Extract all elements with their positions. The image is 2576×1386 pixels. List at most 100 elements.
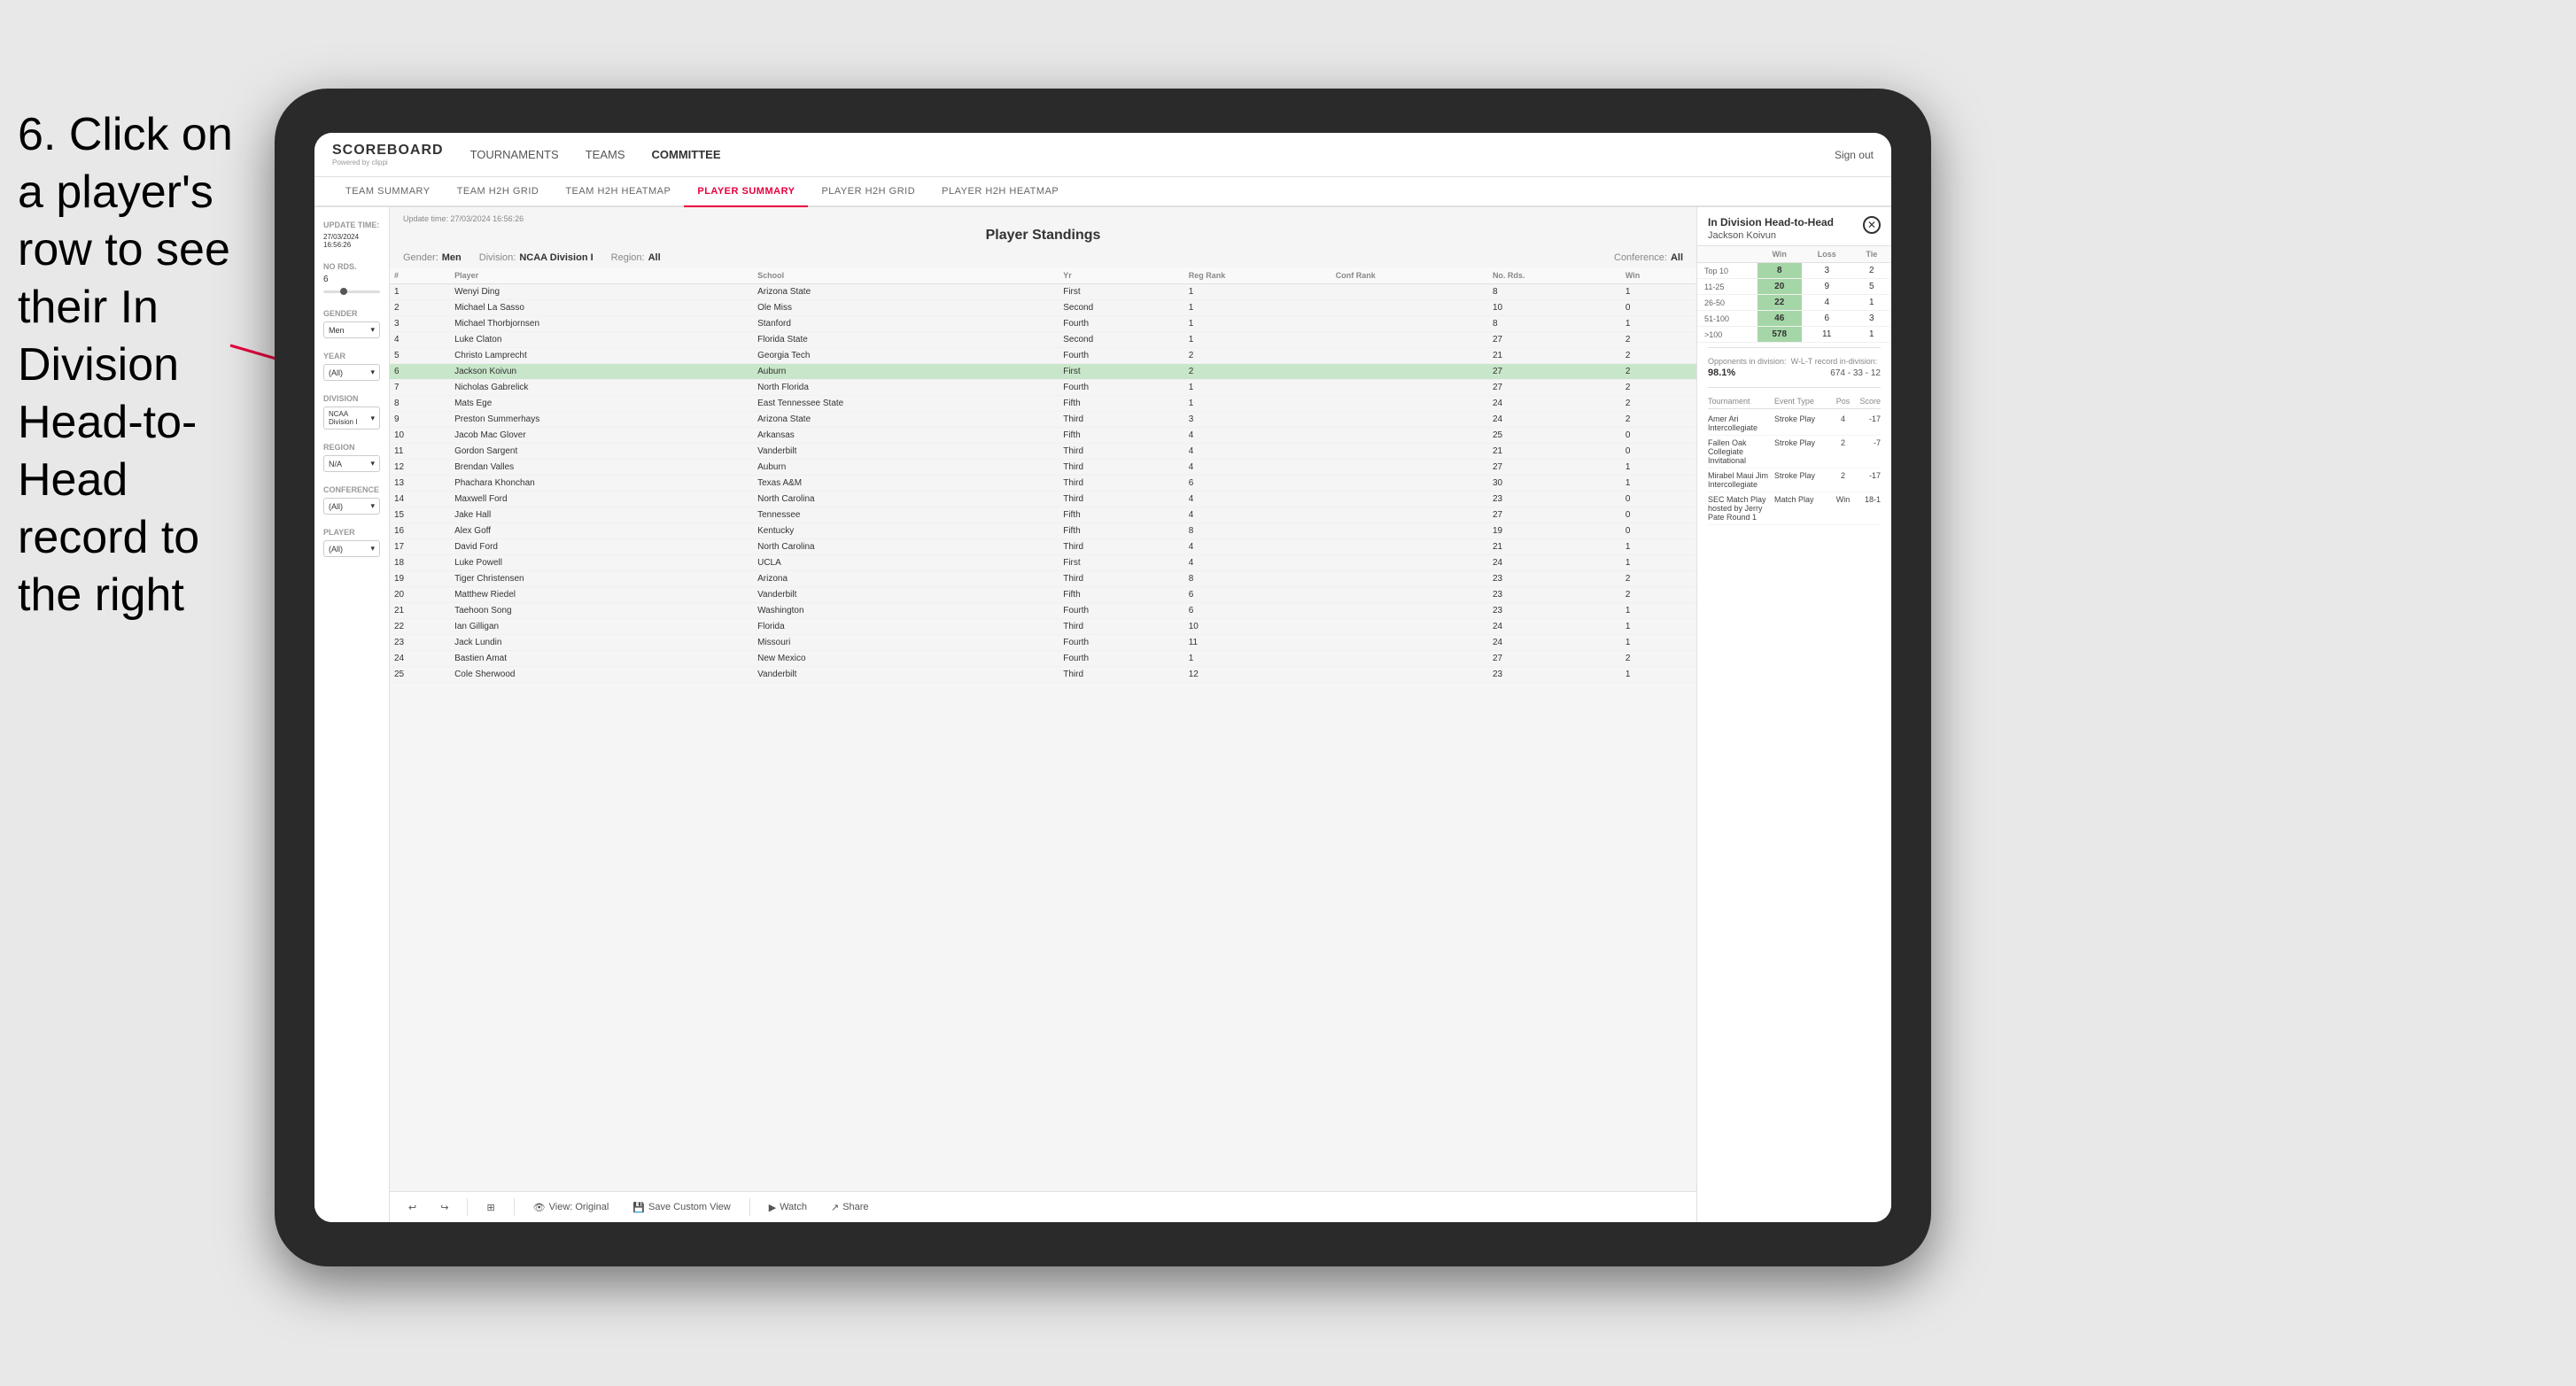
cell-yr: Fourth (1059, 316, 1184, 332)
table-row[interactable]: 6 Jackson Koivun Auburn First 2 27 2 (390, 364, 1696, 380)
cell-rank: 22 (390, 619, 450, 635)
nav-bar: SCOREBOARD Powered by clippi TOURNAMENTS… (314, 133, 1891, 177)
cell-player: Michael La Sasso (450, 300, 753, 316)
cell-no-rds: 8 (1488, 284, 1621, 300)
table-row[interactable]: 3 Michael Thorbjornsen Stanford Fourth 1… (390, 316, 1696, 332)
cell-reg-rank: 3 (1184, 412, 1331, 428)
share-btn[interactable]: ↗ Share (826, 1199, 874, 1216)
opponents-label: Opponents in division: W-L-T record in-d… (1708, 357, 1881, 366)
tab-team-h2h-heatmap[interactable]: TEAM H2H HEATMAP (552, 177, 684, 205)
cell-conf-rank (1331, 651, 1488, 667)
table-row[interactable]: 12 Brendan Valles Auburn Third 4 27 1 (390, 460, 1696, 476)
h2h-close-button[interactable]: ✕ (1863, 216, 1881, 234)
table-row[interactable]: 22 Ian Gilligan Florida Third 10 24 1 (390, 619, 1696, 635)
tab-player-h2h-heatmap[interactable]: PLAYER H2H HEATMAP (928, 177, 1072, 205)
table-row[interactable]: 5 Christo Lamprecht Georgia Tech Fourth … (390, 348, 1696, 364)
col-win: Win (1621, 267, 1696, 284)
division-select[interactable]: NCAA Division I ▾ (323, 407, 380, 430)
table-row[interactable]: 16 Alex Goff Kentucky Fifth 8 19 0 (390, 523, 1696, 539)
tab-team-h2h-grid[interactable]: TEAM H2H GRID (444, 177, 553, 205)
cell-school: Vanderbilt (753, 444, 1059, 460)
region-select[interactable]: N/A ▾ (323, 455, 380, 472)
h2h-divider-2 (1708, 387, 1881, 388)
table-row[interactable]: 19 Tiger Christensen Arizona Third 8 23 … (390, 571, 1696, 587)
cell-win: 2 (1621, 651, 1696, 667)
nav-right: Sign out (1835, 149, 1874, 161)
cell-conf-rank (1331, 476, 1488, 492)
table-row[interactable]: 21 Taehoon Song Washington Fourth 6 23 1 (390, 603, 1696, 619)
redo-btn[interactable]: ↪ (435, 1199, 454, 1216)
cell-no-rds: 23 (1488, 667, 1621, 683)
nav-committee[interactable]: COMMITTEE (652, 143, 721, 166)
cell-no-rds: 24 (1488, 396, 1621, 412)
cell-player: Preston Summerhays (450, 412, 753, 428)
table-row[interactable]: 4 Luke Claton Florida State Second 1 27 … (390, 332, 1696, 348)
cell-no-rds: 24 (1488, 555, 1621, 571)
h2h-title-block: In Division Head-to-Head Jackson Koivun (1708, 216, 1834, 241)
nav-sign-out[interactable]: Sign out (1835, 149, 1874, 161)
table-row[interactable]: 20 Matthew Riedel Vanderbilt Fifth 6 23 … (390, 587, 1696, 603)
cell-player: Brendan Valles (450, 460, 753, 476)
undo-btn[interactable]: ↩ (403, 1199, 422, 1216)
tab-team-summary[interactable]: TEAM SUMMARY (332, 177, 444, 205)
cell-school: North Florida (753, 380, 1059, 396)
cell-conf-rank (1331, 492, 1488, 507)
cell-player: Matthew Riedel (450, 587, 753, 603)
nav-teams[interactable]: TEAMS (586, 143, 625, 166)
table-row[interactable]: 7 Nicholas Gabrelick North Florida Fourt… (390, 380, 1696, 396)
cell-rank: 15 (390, 507, 450, 523)
cell-school: Florida State (753, 332, 1059, 348)
table-row[interactable]: 24 Bastien Amat New Mexico Fourth 1 27 2 (390, 651, 1696, 667)
nav-tournaments[interactable]: TOURNAMENTS (470, 143, 559, 166)
cell-school: Missouri (753, 635, 1059, 651)
cell-no-rds: 27 (1488, 651, 1621, 667)
table-row[interactable]: 25 Cole Sherwood Vanderbilt Third 12 23 … (390, 667, 1696, 683)
cell-school: Kentucky (753, 523, 1059, 539)
tab-player-summary[interactable]: PLAYER SUMMARY (684, 177, 808, 207)
cell-rank: 13 (390, 476, 450, 492)
cell-rank: 10 (390, 428, 450, 444)
sidebar-gender: Gender Men ▾ (323, 309, 380, 338)
table-header-row: # Player School Yr Reg Rank Conf Rank No… (390, 267, 1696, 284)
cell-conf-rank (1331, 444, 1488, 460)
table-row[interactable]: 18 Luke Powell UCLA First 4 24 1 (390, 555, 1696, 571)
cell-win: 2 (1621, 396, 1696, 412)
eye-icon: 👁 (533, 1202, 546, 1213)
col-rank: # (390, 267, 450, 284)
cell-conf-rank (1331, 523, 1488, 539)
save-custom-btn[interactable]: 💾 Save Custom View (627, 1199, 735, 1216)
filter-division: Division: NCAA Division I (479, 252, 594, 263)
conference-select[interactable]: (All) ▾ (323, 498, 380, 515)
view-original-btn[interactable]: 👁 View: Original (528, 1199, 615, 1216)
cell-reg-rank: 6 (1184, 476, 1331, 492)
year-select[interactable]: (All) ▾ (323, 364, 380, 381)
cell-conf-rank (1331, 332, 1488, 348)
table-row[interactable]: 9 Preston Summerhays Arizona State Third… (390, 412, 1696, 428)
table-row[interactable]: 1 Wenyi Ding Arizona State First 1 8 1 (390, 284, 1696, 300)
table-row[interactable]: 13 Phachara Khonchan Texas A&M Third 6 3… (390, 476, 1696, 492)
copy-btn[interactable]: ⊞ (481, 1199, 500, 1216)
table-row[interactable]: 23 Jack Lundin Missouri Fourth 11 24 1 (390, 635, 1696, 651)
table-row[interactable]: 2 Michael La Sasso Ole Miss Second 1 10 … (390, 300, 1696, 316)
opponents-record: 98.1% 674 - 33 - 12 (1708, 368, 1881, 378)
cell-conf-rank (1331, 284, 1488, 300)
tab-player-h2h-grid[interactable]: PLAYER H2H GRID (808, 177, 928, 205)
table-row[interactable]: 15 Jake Hall Tennessee Fifth 4 27 0 (390, 507, 1696, 523)
player-select[interactable]: (All) ▾ (323, 540, 380, 557)
cell-conf-rank (1331, 635, 1488, 651)
tablet-frame: SCOREBOARD Powered by clippi TOURNAMENTS… (275, 89, 1931, 1266)
table-row[interactable]: 11 Gordon Sargent Vanderbilt Third 4 21 … (390, 444, 1696, 460)
cell-rank: 18 (390, 555, 450, 571)
watch-btn[interactable]: ▶ Watch (764, 1199, 812, 1216)
t-score: -17 (1854, 471, 1881, 489)
cell-school: New Mexico (753, 651, 1059, 667)
sidebar-year: Year (All) ▾ (323, 352, 380, 381)
gender-select[interactable]: Men ▾ (323, 321, 380, 338)
no-rds-slider[interactable] (323, 290, 380, 293)
cell-conf-rank (1331, 587, 1488, 603)
watch-icon: ▶ (769, 1202, 776, 1213)
table-row[interactable]: 10 Jacob Mac Glover Arkansas Fifth 4 25 … (390, 428, 1696, 444)
table-row[interactable]: 8 Mats Ege East Tennessee State Fifth 1 … (390, 396, 1696, 412)
table-row[interactable]: 17 David Ford North Carolina Third 4 21 … (390, 539, 1696, 555)
table-row[interactable]: 14 Maxwell Ford North Carolina Third 4 2… (390, 492, 1696, 507)
